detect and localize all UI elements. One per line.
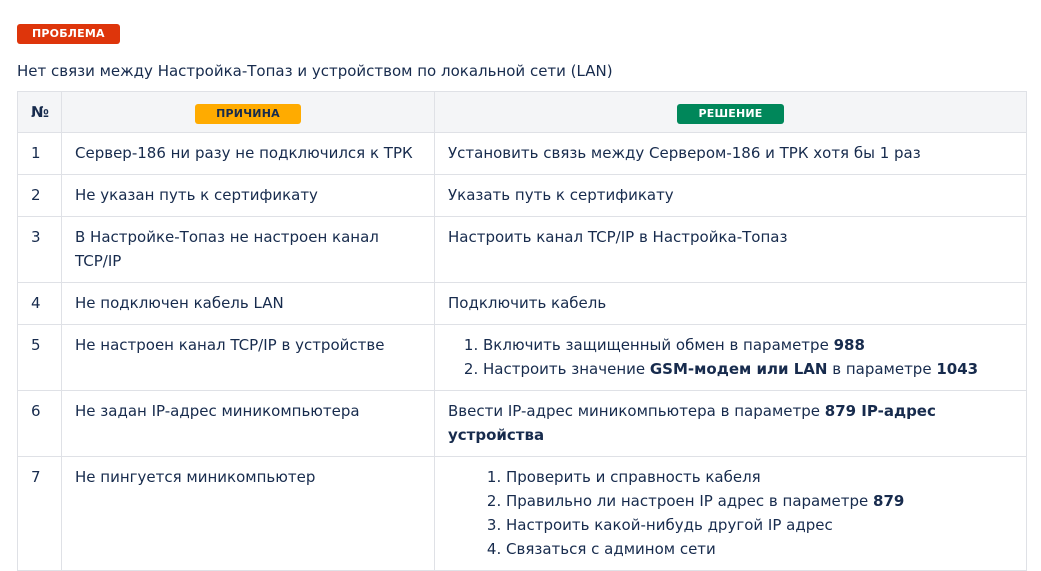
row-number: 4 (17, 282, 62, 325)
row-cause: Сервер-186 ни разу не подключился к ТРК (61, 132, 435, 175)
header-cause: ПРИЧИНА (61, 91, 435, 133)
solution-step: Проверить и справность кабеля (506, 465, 1013, 489)
table-row: 3 В Настройке-Топаз не настроен канал TC… (17, 216, 1027, 283)
header-solution: РЕШЕНИЕ (434, 91, 1027, 133)
row-solution: Указать путь к сертификату (434, 174, 1027, 217)
solution-step: Настроить какой-нибудь другой IP адрес (506, 513, 1013, 537)
row-cause: Не задан IP-адрес миникомпьютера (61, 390, 435, 457)
row-number: 2 (17, 174, 62, 217)
row-cause: Не настроен канал TCP/IP в устройстве (61, 324, 435, 391)
cause-solution-table: № ПРИЧИНА РЕШЕНИЕ 1 Сервер-186 ни разу н… (17, 91, 1027, 571)
cause-badge: ПРИЧИНА (195, 104, 301, 124)
table-row: 4 Не подключен кабель LAN Подключить каб… (17, 282, 1027, 325)
row-solution: Включить защищенный обмен в параметре 98… (434, 324, 1027, 391)
row-cause: Не указан путь к сертификату (61, 174, 435, 217)
problem-description: Нет связи между Настройка-Топаз и устрой… (17, 62, 613, 80)
row-solution: Ввести IP-адрес миникомпьютера в парамет… (434, 390, 1027, 457)
row-solution: Настроить канал TCP/IP в Настройка-Топаз (434, 216, 1027, 283)
solution-step: Правильно ли настроен IP адрес в парамет… (506, 489, 1013, 513)
row-number: 1 (17, 132, 62, 175)
table-row: 1 Сервер-186 ни разу не подключился к ТР… (17, 132, 1027, 175)
row-number: 5 (17, 324, 62, 391)
table-row: 7 Не пингуется миникомпьютер Проверить и… (17, 456, 1027, 571)
solution-step: Настроить значение GSM-модем или LAN в п… (483, 357, 1013, 381)
row-number: 3 (17, 216, 62, 283)
row-number: 6 (17, 390, 62, 457)
row-cause: Не подключен кабель LAN (61, 282, 435, 325)
row-number: 7 (17, 456, 62, 571)
solution-badge: РЕШЕНИЕ (677, 104, 784, 124)
table-row: 6 Не задан IP-адрес миникомпьютера Ввест… (17, 390, 1027, 457)
table-header-row: № ПРИЧИНА РЕШЕНИЕ (17, 91, 1027, 133)
table-row: 5 Не настроен канал TCP/IP в устройстве … (17, 324, 1027, 391)
row-cause: В Настройке-Топаз не настроен канал TCP/… (61, 216, 435, 283)
row-solution: Проверить и справность кабеля Правильно … (434, 456, 1027, 571)
row-cause: Не пингуется миникомпьютер (61, 456, 435, 571)
row-solution: Подключить кабель (434, 282, 1027, 325)
problem-badge: ПРОБЛЕМА (17, 24, 120, 44)
row-solution: Установить связь между Сервером-186 и ТР… (434, 132, 1027, 175)
solution-step: Связаться с админом сети (506, 537, 1013, 561)
header-number: № (17, 91, 62, 133)
solution-steps: Включить защищенный обмен в параметре 98… (457, 333, 1013, 381)
table-row: 2 Не указан путь к сертификату Указать п… (17, 174, 1027, 217)
solution-steps: Проверить и справность кабеля Правильно … (480, 465, 1013, 561)
solution-step: Включить защищенный обмен в параметре 98… (483, 333, 1013, 357)
